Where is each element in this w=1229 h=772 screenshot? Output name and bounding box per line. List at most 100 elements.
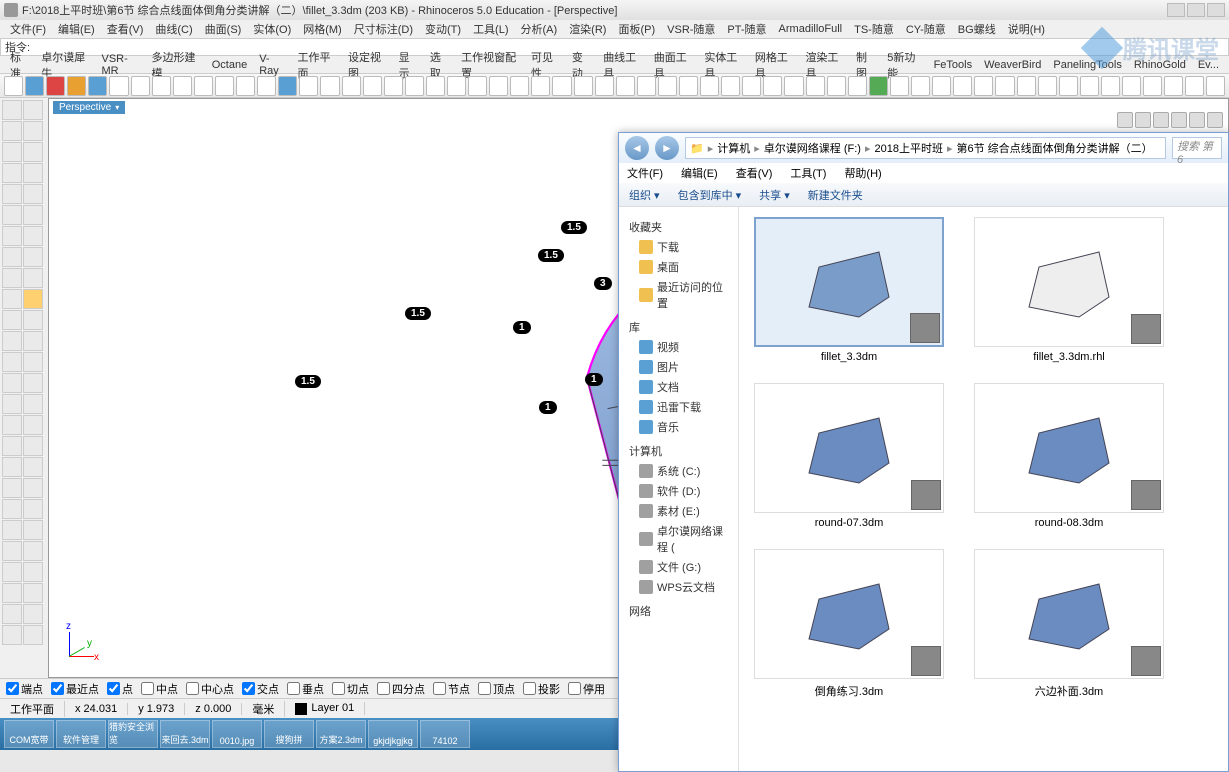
toolbar-icon[interactable] bbox=[1017, 76, 1036, 96]
dimension-badge[interactable]: 1.5 bbox=[538, 249, 564, 262]
sidebar-item[interactable]: 最近访问的位置 bbox=[625, 277, 732, 313]
toolbar-icon[interactable] bbox=[1164, 76, 1183, 96]
toolbar-icon[interactable] bbox=[25, 76, 44, 96]
tool-button[interactable] bbox=[23, 541, 43, 561]
toolbar-icon[interactable] bbox=[1143, 76, 1162, 96]
breadcrumb-item[interactable]: 计算机 bbox=[717, 140, 750, 156]
menu-item[interactable]: 说明(H) bbox=[1002, 21, 1051, 37]
panel-icon[interactable] bbox=[1135, 112, 1151, 128]
tool-button[interactable] bbox=[23, 373, 43, 393]
toolbar-icon[interactable] bbox=[152, 76, 171, 96]
file-item[interactable]: round-07.3dm bbox=[749, 383, 949, 529]
tool-button[interactable] bbox=[2, 289, 22, 309]
tool-button[interactable] bbox=[2, 184, 22, 204]
toolbar-icon[interactable] bbox=[173, 76, 192, 96]
toolbar-icon[interactable] bbox=[320, 76, 339, 96]
tool-button[interactable] bbox=[2, 142, 22, 162]
tool-button[interactable] bbox=[23, 394, 43, 414]
toolbar-icon[interactable] bbox=[827, 76, 846, 96]
tool-button[interactable] bbox=[23, 415, 43, 435]
tool-button[interactable] bbox=[2, 583, 22, 603]
toolbar-icon[interactable] bbox=[236, 76, 255, 96]
toolbar-icon[interactable] bbox=[531, 76, 550, 96]
sidebar-item[interactable]: 卓尔谟网络课程 ( bbox=[625, 521, 732, 557]
taskbar-item[interactable]: 74102 bbox=[420, 720, 470, 748]
toolbar-icon[interactable] bbox=[278, 76, 297, 96]
tool-button[interactable] bbox=[23, 520, 43, 540]
dimension-badge[interactable]: 1 bbox=[585, 373, 603, 386]
menu-item[interactable]: 变动(T) bbox=[419, 21, 467, 37]
explorer-toolbar-item[interactable]: 组织 ▾ bbox=[629, 187, 660, 203]
tab[interactable]: WeaverBird bbox=[978, 59, 1047, 71]
toolbar-icon[interactable] bbox=[46, 76, 65, 96]
osnap-option[interactable]: 交点 bbox=[242, 681, 279, 697]
toolbar-icon[interactable] bbox=[995, 76, 1014, 96]
toolbar-icon[interactable] bbox=[1122, 76, 1141, 96]
menu-item[interactable]: BG螺线 bbox=[952, 21, 1002, 37]
close-button[interactable] bbox=[1207, 3, 1225, 17]
toolbar-icon[interactable] bbox=[384, 76, 403, 96]
toolbar-icon[interactable] bbox=[4, 76, 23, 96]
tool-button[interactable] bbox=[2, 205, 22, 225]
tool-button[interactable] bbox=[23, 583, 43, 603]
tool-button[interactable] bbox=[2, 520, 22, 540]
sidebar-item[interactable]: 视频 bbox=[625, 337, 732, 357]
osnap-option[interactable]: 顶点 bbox=[478, 681, 515, 697]
menu-item[interactable]: 尺寸标注(D) bbox=[348, 21, 419, 37]
toolbar-icon[interactable] bbox=[848, 76, 867, 96]
tool-button[interactable] bbox=[2, 100, 22, 120]
toolbar-icon[interactable] bbox=[489, 76, 508, 96]
tool-button[interactable] bbox=[2, 373, 22, 393]
breadcrumb[interactable]: 📁▸计算机▸卓尔谟网络课程 (F:)▸2018上平时班▸第6节 综合点线面体倒角… bbox=[685, 137, 1166, 159]
dimension-badge[interactable]: 3 bbox=[594, 277, 612, 290]
tool-button[interactable] bbox=[2, 331, 22, 351]
tool-button[interactable] bbox=[23, 247, 43, 267]
tool-button[interactable] bbox=[2, 436, 22, 456]
explorer-menu-item[interactable]: 编辑(E) bbox=[681, 165, 718, 181]
explorer-menu-item[interactable]: 查看(V) bbox=[736, 165, 773, 181]
osnap-option[interactable]: 中心点 bbox=[186, 681, 234, 697]
toolbar-icon[interactable] bbox=[67, 76, 86, 96]
file-item[interactable]: fillet_3.3dm bbox=[749, 217, 949, 363]
panel-icon[interactable] bbox=[1153, 112, 1169, 128]
taskbar-item[interactable]: 0010.jpg bbox=[212, 720, 262, 748]
menu-item[interactable]: 查看(V) bbox=[101, 21, 150, 37]
panel-icon[interactable] bbox=[1189, 112, 1205, 128]
menu-item[interactable]: 工具(L) bbox=[467, 21, 514, 37]
tool-button[interactable] bbox=[2, 541, 22, 561]
menu-item[interactable]: 面板(P) bbox=[612, 21, 661, 37]
dimension-badge[interactable]: 1 bbox=[513, 321, 531, 334]
panel-icon[interactable] bbox=[1207, 112, 1223, 128]
breadcrumb-item[interactable]: 2018上平时班 bbox=[874, 140, 942, 156]
toolbar-icon[interactable] bbox=[552, 76, 571, 96]
tool-button[interactable] bbox=[23, 205, 43, 225]
toolbar-icon[interactable] bbox=[742, 76, 761, 96]
tool-button[interactable] bbox=[2, 478, 22, 498]
toolbar-icon[interactable] bbox=[700, 76, 719, 96]
tool-button[interactable] bbox=[23, 604, 43, 624]
toolbar-icon[interactable] bbox=[932, 76, 951, 96]
sidebar-item[interactable]: 系统 (C:) bbox=[625, 461, 732, 481]
tool-button[interactable] bbox=[2, 352, 22, 372]
toolbar-icon[interactable] bbox=[784, 76, 803, 96]
tool-button[interactable] bbox=[23, 121, 43, 141]
toolbar-icon[interactable] bbox=[763, 76, 782, 96]
explorer-window[interactable]: ◄ ► 📁▸计算机▸卓尔谟网络课程 (F:)▸2018上平时班▸第6节 综合点线… bbox=[618, 132, 1229, 772]
toolbar-icon[interactable] bbox=[109, 76, 128, 96]
sidebar-section-header[interactable]: 网络 bbox=[625, 603, 732, 619]
tool-button[interactable] bbox=[23, 331, 43, 351]
toolbar-icon[interactable] bbox=[869, 76, 888, 96]
sidebar-item[interactable]: 下载 bbox=[625, 237, 732, 257]
toolbar-icon[interactable] bbox=[88, 76, 107, 96]
toolbar-icon[interactable] bbox=[616, 76, 635, 96]
breadcrumb-item[interactable]: 卓尔谟网络课程 (F:) bbox=[764, 140, 861, 156]
tab[interactable]: Octane bbox=[206, 59, 253, 71]
toolbar-icon[interactable] bbox=[953, 76, 972, 96]
tool-button[interactable] bbox=[23, 478, 43, 498]
sidebar-item[interactable]: 文件 (G:) bbox=[625, 557, 732, 577]
toolbar-icon[interactable] bbox=[574, 76, 593, 96]
tool-button[interactable] bbox=[23, 100, 43, 120]
tool-button[interactable] bbox=[23, 163, 43, 183]
menu-item[interactable]: 实体(O) bbox=[247, 21, 297, 37]
menu-item[interactable]: 文件(F) bbox=[4, 21, 52, 37]
